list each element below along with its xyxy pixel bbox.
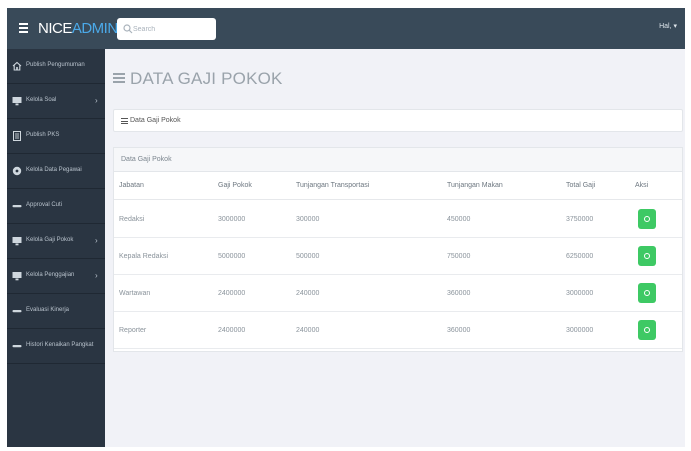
breadcrumb: Data Gaji Pokok: [113, 109, 683, 132]
dash-icon: [12, 205, 22, 208]
search-box[interactable]: [117, 18, 216, 40]
table-cell: Redaksi: [119, 216, 145, 223]
sidebar: Publish Pengumuman Kelola Soal › Publish…: [7, 49, 105, 447]
data-panel: Data Gaji Pokok Jabatan Gaji Pokok Tunja…: [113, 147, 683, 352]
column-header: Gaji Pokok: [218, 182, 252, 189]
sidebar-item-histori-kenaikan-pangkat[interactable]: Histori Kenaikan Pangkat: [7, 329, 105, 364]
table-cell: 5000000: [218, 253, 246, 260]
breadcrumb-link[interactable]: Data Gaji Pokok: [130, 117, 181, 124]
home-icon: [12, 61, 22, 71]
action-button[interactable]: [638, 246, 656, 266]
table-cell: 3000000: [218, 216, 246, 223]
sidebar-item-label: Kelola Soal: [26, 97, 57, 103]
dash-icon: [12, 310, 22, 313]
action-button[interactable]: [638, 209, 656, 229]
menu-toggle-icon[interactable]: [19, 19, 33, 37]
sidebar-item-kelola-penggajian[interactable]: Kelola Penggajian ›: [7, 259, 105, 294]
column-header: Tunjangan Transportasi: [296, 182, 370, 189]
column-header: Total Gaji: [566, 182, 596, 189]
monitor-icon: [12, 272, 22, 281]
sidebar-item-kelola-soal[interactable]: Kelola Soal ›: [7, 84, 105, 119]
monitor-icon: [12, 97, 22, 106]
sidebar-item-label: Publish Pengumuman: [26, 62, 85, 68]
sidebar-item-publish-pks[interactable]: Publish PKS: [7, 119, 105, 154]
table-cell: Reporter: [119, 327, 147, 334]
list-icon: [121, 118, 128, 124]
column-header: Jabatan: [119, 182, 144, 189]
action-button[interactable]: [638, 320, 656, 340]
panel-heading: Data Gaji Pokok: [114, 148, 682, 172]
document-icon: [13, 131, 21, 141]
sidebar-item-label: Evaluasi Kinerja: [26, 307, 70, 313]
settings-icon: [644, 290, 650, 296]
sidebar-item-label: Histori Kenaikan Pangkat: [26, 342, 94, 348]
column-header: Tunjangan Makan: [447, 182, 503, 189]
table-row: Wartawan 2400000 240000 360000 3000000: [114, 275, 682, 312]
table-row: Reporter 2400000 240000 360000 3000000: [114, 312, 682, 349]
sidebar-item-kelola-gaji-pokok[interactable]: Kelola Gaji Pokok ›: [7, 224, 105, 259]
search-input[interactable]: [133, 21, 213, 37]
brand-accent: ADMIN: [71, 20, 118, 37]
chevron-right-icon: ›: [95, 96, 98, 105]
brand-logo[interactable]: NICEADMIN: [38, 20, 118, 38]
sidebar-item-label: Publish PKS: [26, 132, 60, 138]
sidebar-item-label: Kelola Penggajian: [26, 272, 75, 278]
table-cell: 3750000: [566, 216, 594, 223]
chevron-right-icon: ›: [95, 236, 98, 245]
sidebar-item-evaluasi-kinerja[interactable]: Evaluasi Kinerja: [7, 294, 105, 329]
table-cell: 3000000: [566, 327, 594, 334]
table-cell: 360000: [447, 327, 471, 334]
settings-icon: [644, 216, 650, 222]
brand-primary: NICE: [38, 20, 72, 37]
sidebar-item-label: Kelola Gaji Pokok: [26, 237, 74, 243]
dash-icon: [12, 345, 22, 348]
table-cell: 240000: [296, 290, 320, 297]
top-navbar: NICEADMIN Hal, ▾: [7, 8, 685, 49]
chevron-right-icon: ›: [95, 271, 98, 280]
sidebar-item-publish-pengumuman[interactable]: Publish Pengumuman: [7, 49, 105, 84]
table-header: Jabatan Gaji Pokok Tunjangan Transportas…: [114, 172, 682, 200]
table-cell: 6250000: [566, 253, 594, 260]
settings-icon: [644, 253, 650, 259]
settings-icon: [644, 327, 650, 333]
table-cell: 3000000: [566, 290, 594, 297]
page-title: DATA GAJI POKOK: [113, 69, 283, 89]
table-cell: Wartawan: [119, 290, 151, 297]
app-frame: NICEADMIN Hal, ▾ Publish Pengumuman: [7, 8, 685, 447]
table-cell: 500000: [296, 253, 320, 260]
table-cell: 360000: [447, 290, 471, 297]
action-button[interactable]: [638, 283, 656, 303]
table-row: Kepala Redaksi 5000000 500000 750000 625…: [114, 238, 682, 275]
table-cell: 300000: [296, 216, 320, 223]
sidebar-item-label: Kelola Data Pegawai: [26, 167, 82, 173]
user-menu[interactable]: Hal, ▾: [659, 22, 677, 30]
table-row: Redaksi 3000000 300000 450000 3750000: [114, 201, 682, 238]
panel-heading-text: Data Gaji Pokok: [121, 156, 172, 163]
column-header: Aksi: [635, 182, 649, 189]
page-title-text: DATA GAJI POKOK: [130, 69, 283, 88]
table-cell: 450000: [447, 216, 471, 223]
list-icon: [113, 73, 125, 83]
table-cell: 750000: [447, 253, 471, 260]
table-cell: Kepala Redaksi: [119, 253, 169, 260]
table-cell: 240000: [296, 327, 320, 334]
table-cell: 2400000: [218, 327, 246, 334]
sidebar-item-kelola-data-pegawai[interactable]: Kelola Data Pegawai: [7, 154, 105, 189]
monitor-icon: [12, 237, 22, 246]
circle-icon: [12, 166, 22, 176]
table-cell: 2400000: [218, 290, 246, 297]
sidebar-item-approval-cuti[interactable]: Approval Cuti: [7, 189, 105, 224]
sidebar-item-label: Approval Cuti: [26, 202, 63, 208]
